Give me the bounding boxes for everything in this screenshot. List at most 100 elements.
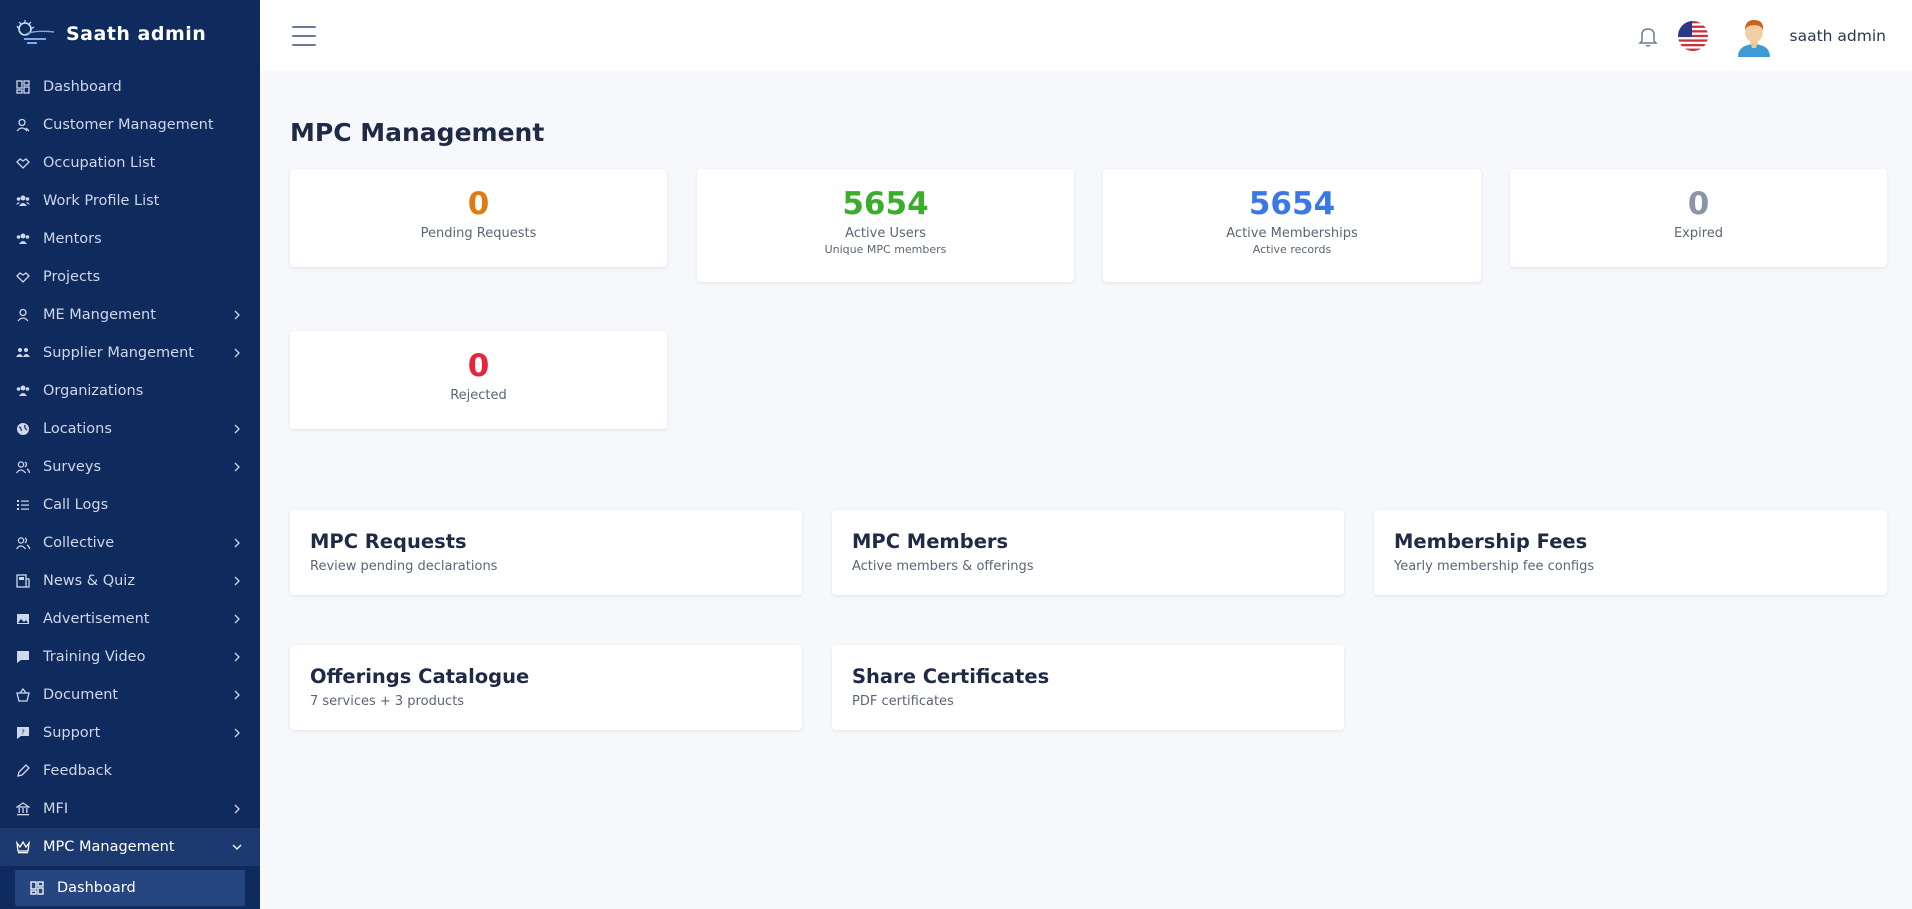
- sidebar-item-document[interactable]: Document: [0, 676, 260, 714]
- handshake-icon: [16, 156, 30, 170]
- sidebar-item-training-video[interactable]: Training Video: [0, 638, 260, 676]
- sidebar-item-label: Work Profile List: [43, 193, 160, 209]
- stat-card-pending-requests[interactable]: 0 Pending Requests: [290, 169, 667, 267]
- sidebar-item-mentors[interactable]: Mentors: [0, 220, 260, 258]
- sidebar-item-customer-management[interactable]: Customer Management: [0, 106, 260, 144]
- sidebar-item-label: MPC Management: [43, 839, 175, 855]
- chevron-down-icon: [232, 842, 242, 852]
- us-flag-icon[interactable]: [1677, 20, 1708, 51]
- sidebar-item-label: Mentors: [43, 231, 102, 247]
- stat-card-active-users[interactable]: 5654 Active Users Unique MPC members: [697, 169, 1074, 282]
- avatar[interactable]: [1734, 15, 1774, 57]
- user-icon: [16, 308, 30, 322]
- sidebar-nav: Dashboard Customer Management Occupation…: [0, 68, 260, 866]
- stat-label: Pending Requests: [420, 226, 537, 241]
- card-title: MPC Requests: [310, 530, 467, 553]
- sidebar-item-mpc-management[interactable]: MPC Management: [0, 828, 260, 866]
- sidebar-item-projects[interactable]: Projects: [0, 258, 260, 296]
- card-title: MPC Members: [852, 530, 1009, 553]
- sidebar-item-label: Projects: [43, 269, 101, 285]
- brand[interactable]: Saath admin: [0, 0, 260, 68]
- sidebar-item-label: Supplier Mangement: [43, 345, 194, 361]
- sidebar-item-me-mangement[interactable]: ME Mangement: [0, 296, 260, 334]
- crown-icon: [16, 840, 30, 854]
- sidebar-item-work-profile-list[interactable]: Work Profile List: [0, 182, 260, 220]
- stat-sublabel: Unique MPC members: [824, 243, 947, 256]
- svg-text:?: ?: [21, 729, 25, 737]
- username[interactable]: saath admin: [1790, 27, 1886, 45]
- globe-icon: [16, 422, 30, 436]
- sidebar: Saath admin Dashboard Customer Managemen…: [0, 0, 260, 909]
- sidebar-item-organizations[interactable]: Organizations: [0, 372, 260, 410]
- sidebar-item-collective[interactable]: Collective: [0, 524, 260, 562]
- sidebar-item-label: Occupation List: [43, 155, 156, 171]
- sidebar-item-call-logs[interactable]: Call Logs: [0, 486, 260, 524]
- user-group-icon: [16, 536, 30, 550]
- sidebar-item-label: Call Logs: [43, 497, 109, 513]
- users-icon: [16, 384, 30, 398]
- sidebar-item-label: Collective: [43, 535, 115, 551]
- sidebar-item-news-quiz[interactable]: News & Quiz: [0, 562, 260, 600]
- sidebar-item-feedback[interactable]: Feedback: [0, 752, 260, 790]
- sidebar-item-label: Surveys: [43, 459, 101, 475]
- page-title: MPC Management: [290, 118, 545, 147]
- sidebar-item-surveys[interactable]: Surveys: [0, 448, 260, 486]
- sidebar-item-label: Advertisement: [43, 611, 150, 627]
- sidebar-item-label: News & Quiz: [43, 573, 135, 589]
- chevron-right-icon: [232, 462, 242, 472]
- card-share-certificates[interactable]: Share Certificates PDF certificates: [832, 645, 1344, 730]
- app-title: Saath admin: [66, 23, 207, 45]
- users-icon: [16, 194, 30, 208]
- stat-label: Rejected: [450, 388, 507, 403]
- sidebar-item-occupation-list[interactable]: Occupation List: [0, 144, 260, 182]
- sidebar-item-label: Document: [43, 687, 119, 703]
- sidebar-subitem-label: Dashboard: [57, 880, 136, 896]
- stat-card-active-memberships[interactable]: 5654 Active Memberships Active records: [1103, 169, 1481, 282]
- stat-label: Expired: [1673, 226, 1724, 241]
- sidebar-item-label: ME Mangement: [43, 307, 156, 323]
- sidebar-item-label: Feedback: [43, 763, 113, 779]
- sidebar-item-label: MFI: [43, 801, 69, 817]
- chevron-right-icon: [232, 538, 242, 548]
- stat-value: 0: [467, 348, 490, 384]
- sidebar-item-advertisement[interactable]: Advertisement: [0, 600, 260, 638]
- card-description: Review pending declarations: [310, 559, 498, 574]
- chevron-right-icon: [232, 728, 242, 738]
- card-mpc-members[interactable]: MPC Members Active members & offerings: [832, 510, 1344, 595]
- stat-label: Active Users: [845, 226, 926, 241]
- sidebar-item-locations[interactable]: Locations: [0, 410, 260, 448]
- newspaper-icon: [16, 574, 30, 588]
- chevron-right-icon: [232, 310, 242, 320]
- card-title: Membership Fees: [1394, 530, 1588, 553]
- stat-value: 5654: [1248, 186, 1336, 222]
- sidebar-item-supplier-mangement[interactable]: Supplier Mangement: [0, 334, 260, 372]
- card-title: Share Certificates: [852, 665, 1050, 688]
- stat-card-rejected[interactable]: 0 Rejected: [290, 331, 667, 429]
- card-title: Offerings Catalogue: [310, 665, 530, 688]
- stat-card-expired[interactable]: 0 Expired: [1510, 169, 1887, 267]
- bell-icon[interactable]: [1636, 24, 1660, 48]
- logo-icon: [16, 20, 56, 48]
- topbar-right: saath admin: [1636, 15, 1886, 57]
- sidebar-item-support[interactable]: ? Support: [0, 714, 260, 752]
- card-membership-fees[interactable]: Membership Fees Yearly membership fee co…: [1374, 510, 1887, 595]
- people-icon: [16, 346, 30, 360]
- basket-icon: [16, 688, 30, 702]
- bank-icon: [16, 802, 30, 816]
- sidebar-item-label: Customer Management: [43, 117, 214, 133]
- dashboard-icon: [16, 80, 30, 94]
- user-group-icon: [16, 460, 30, 474]
- menu-toggle-icon[interactable]: [292, 25, 316, 46]
- card-mpc-requests[interactable]: MPC Requests Review pending declarations: [290, 510, 802, 595]
- card-description: PDF certificates: [852, 694, 954, 709]
- sidebar-subitem-dashboard[interactable]: Dashboard: [15, 870, 245, 906]
- users-icon: [16, 232, 30, 246]
- card-description: 7 services + 3 products: [310, 694, 465, 709]
- help-icon: ?: [16, 726, 30, 740]
- sidebar-item-dashboard[interactable]: Dashboard: [0, 68, 260, 106]
- stat-sublabel: Active records: [1252, 243, 1332, 256]
- pencil-icon: [16, 764, 30, 778]
- card-offerings-catalogue[interactable]: Offerings Catalogue 7 services + 3 produ…: [290, 645, 802, 730]
- chevron-right-icon: [232, 614, 242, 624]
- sidebar-item-mfi[interactable]: MFI: [0, 790, 260, 828]
